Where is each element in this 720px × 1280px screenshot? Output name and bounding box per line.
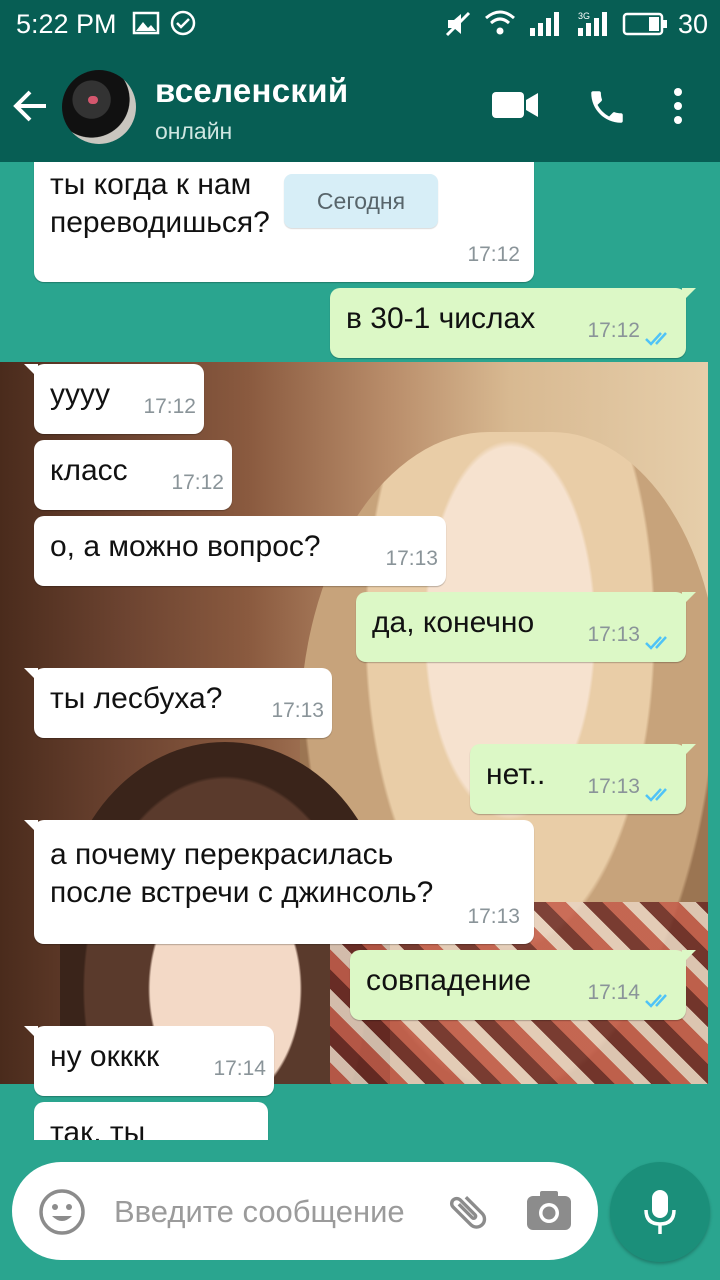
message-incoming[interactable]: класс 17:12 xyxy=(34,440,232,510)
gallery-icon xyxy=(132,11,160,35)
message-time: 17:12 xyxy=(171,471,224,494)
message-outgoing[interactable]: нет.. 17:13 xyxy=(470,744,696,814)
message-text: ты когда к нам переводишься? xyxy=(50,168,270,239)
signal-icon xyxy=(530,12,559,36)
battery-icon xyxy=(622,12,667,36)
message-time: 17:14 xyxy=(213,1057,266,1080)
message-text: ну окккк xyxy=(50,1040,160,1073)
message-text: уууу xyxy=(50,378,110,411)
message-text: да, конечно xyxy=(372,606,535,639)
read-ticks-icon xyxy=(645,994,667,1008)
microphone-icon xyxy=(644,1190,676,1234)
message-input-container xyxy=(12,1162,598,1260)
voice-record-button[interactable] xyxy=(610,1162,710,1262)
message-time: 17:12 xyxy=(587,319,640,342)
message-time: 17:12 xyxy=(143,395,196,418)
battery-level: 30 xyxy=(677,9,708,39)
message-incoming[interactable]: уууу 17:12 xyxy=(24,364,204,434)
message-list[interactable]: Сегодня ты когда к нам переводишься? 17:… xyxy=(0,162,720,1140)
mute-icon xyxy=(445,11,471,37)
message-time: 17:12 xyxy=(467,243,520,266)
message-outgoing[interactable]: в 30-1 числах 17:12 xyxy=(330,288,696,358)
chat-header: вселенский онлайн xyxy=(0,50,720,162)
message-incoming[interactable]: о, а можно вопрос? 17:13 xyxy=(34,516,446,586)
message-incoming[interactable]: так, ты xyxy=(34,1102,268,1140)
avatar[interactable] xyxy=(62,70,136,144)
message-text: так, ты xyxy=(50,1116,146,1140)
message-outgoing[interactable]: совпадение 17:14 xyxy=(350,950,696,1020)
camera-icon[interactable] xyxy=(524,1188,574,1234)
message-incoming[interactable]: ты лесбуха? 17:13 xyxy=(24,668,332,738)
read-ticks-icon xyxy=(645,332,667,346)
emoji-icon[interactable] xyxy=(38,1188,86,1236)
message-time: 17:13 xyxy=(385,547,438,570)
signal-3g-icon: 3G xyxy=(578,11,607,36)
message-text: а почему перекрасилась после встречи с д… xyxy=(50,838,434,909)
message-time: 17:13 xyxy=(271,699,324,722)
message-text: нет.. xyxy=(486,758,546,791)
svg-text:3G: 3G xyxy=(578,11,590,21)
message-text: совпадение xyxy=(366,964,532,997)
message-incoming[interactable]: а почему перекрасилась после встречи с д… xyxy=(24,820,534,944)
read-ticks-icon xyxy=(645,636,667,650)
message-text: ты лесбуха? xyxy=(50,682,223,715)
message-text: в 30-1 числах xyxy=(346,302,536,335)
check-circle-icon xyxy=(170,10,196,36)
more-options-icon[interactable] xyxy=(668,86,688,126)
message-text: класс xyxy=(50,454,128,487)
status-time: 5:22 PM xyxy=(16,9,117,39)
message-outgoing[interactable]: да, конечно 17:13 xyxy=(356,592,696,662)
date-separator: Сегодня xyxy=(284,174,438,228)
read-ticks-icon xyxy=(645,788,667,802)
contact-name[interactable]: вселенский xyxy=(155,72,348,110)
compose-bar xyxy=(0,1140,720,1280)
video-call-icon[interactable] xyxy=(490,88,540,122)
contact-status: онлайн xyxy=(155,118,233,144)
message-time: 17:14 xyxy=(587,981,640,1004)
phone-call-icon[interactable] xyxy=(586,86,628,128)
back-arrow-icon[interactable] xyxy=(10,86,50,126)
wifi-icon xyxy=(485,10,515,35)
message-time: 17:13 xyxy=(587,623,640,646)
message-incoming[interactable]: ну окккк 17:14 xyxy=(24,1026,274,1096)
message-input[interactable] xyxy=(114,1190,454,1234)
attach-icon[interactable] xyxy=(444,1188,492,1236)
status-bar: 5:22 PM 3G 30 xyxy=(0,0,720,50)
message-time: 17:13 xyxy=(587,775,640,798)
message-time: 17:13 xyxy=(467,905,520,928)
message-text: о, а можно вопрос? xyxy=(50,530,321,563)
